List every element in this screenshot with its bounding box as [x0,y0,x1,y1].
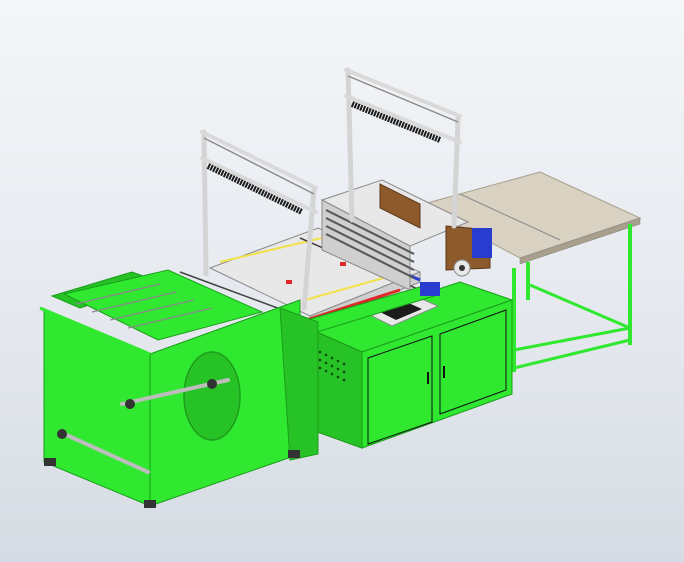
frame-crossbar [344,94,462,144]
red-marker [340,262,346,266]
frame-post [201,129,209,277]
machine-foot [144,500,156,508]
machine-foot [288,450,300,458]
cad-render-canvas [0,0,684,562]
shaft-collar [207,379,217,389]
unwind-side-wall-left [43,309,151,507]
unwind-roll-icon [39,269,319,508]
red-marker [286,280,292,284]
machine-foot [44,458,56,466]
shaft-collar [125,399,135,409]
blue-cover [420,282,440,296]
frame-rod [347,75,459,123]
drive-pulley-hub [459,265,465,271]
outfeed-table-rail [513,338,631,370]
outfeed-table-rail [513,326,631,352]
unwind-roll-opening [183,351,241,441]
frame-crossbar [200,130,318,190]
outfeed-table-rail [529,283,631,330]
machine-drawing [39,67,642,508]
shaft-collar [57,429,67,439]
blue-motor-block [472,228,492,258]
